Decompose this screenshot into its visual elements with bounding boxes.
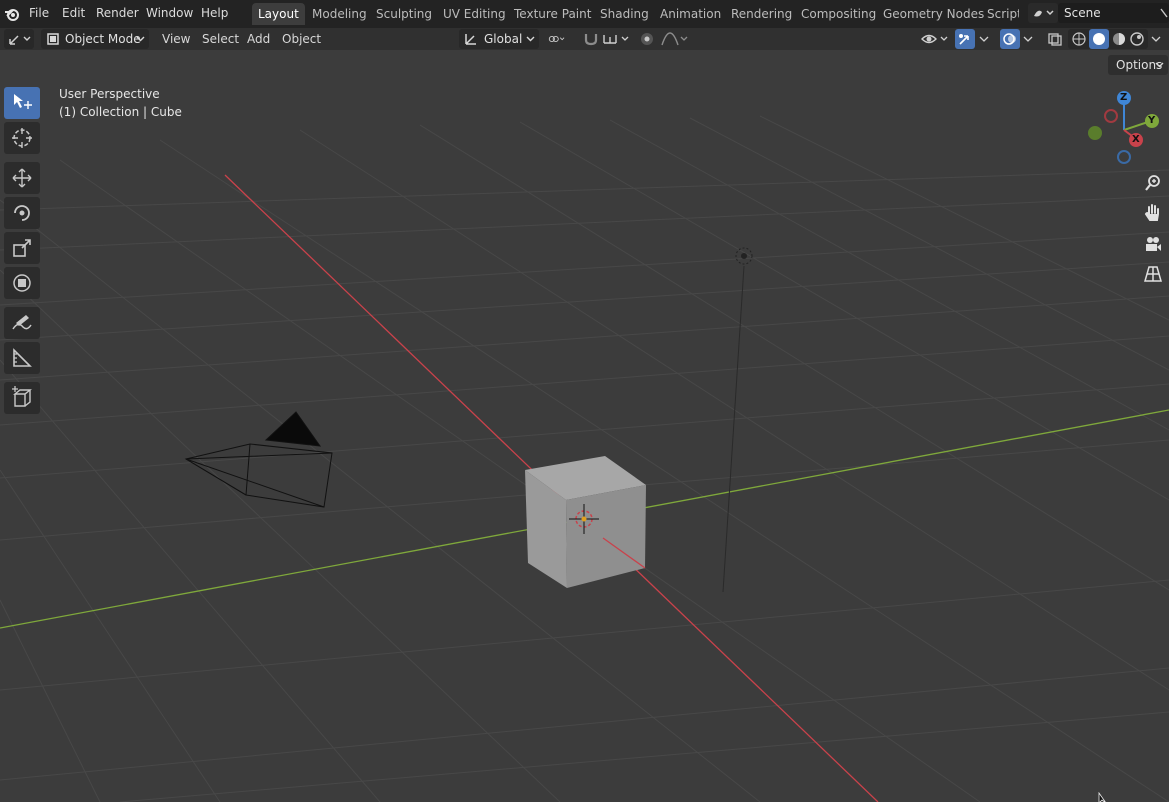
pencil-icon — [12, 315, 32, 330]
tab-sculpting[interactable]: Sculpting — [370, 3, 438, 25]
tab-uv-editing[interactable]: UV Editing — [437, 3, 512, 25]
blender-logo-icon[interactable] — [4, 6, 20, 22]
gizmo-x-label: X — [1132, 134, 1140, 145]
scene-name: Scene — [1064, 6, 1101, 20]
scale-tool[interactable] — [4, 232, 40, 264]
rotate-icon — [14, 205, 30, 221]
scene-icon — [1034, 10, 1054, 17]
falloff-curve-icon[interactable] — [660, 31, 690, 47]
menu-edit[interactable]: Edit — [62, 6, 85, 20]
chevron-down-icon[interactable] — [1022, 31, 1034, 47]
solid-shading-icon — [1093, 33, 1105, 45]
cursor-tool[interactable] — [4, 122, 40, 154]
menu-select[interactable]: Select — [202, 30, 239, 48]
tab-geometry-nodes[interactable]: Geometry Nodes — [877, 3, 990, 25]
gizmo-icon — [959, 34, 969, 45]
orientation-global-icon — [465, 34, 476, 45]
scene-selector[interactable] — [1028, 3, 1058, 23]
proportional-editing-icon[interactable] — [638, 31, 656, 47]
editor-type-dropdown[interactable] — [4, 29, 34, 49]
tab-texture-paint[interactable]: Texture Paint — [508, 3, 597, 25]
tab-modeling[interactable]: Modeling — [306, 3, 373, 25]
3d-viewport-icon — [9, 35, 31, 45]
snap-magnet-icon[interactable] — [582, 31, 600, 47]
menu-view[interactable]: View — [162, 30, 190, 48]
transform-orientation-dropdown[interactable]: Global — [459, 29, 539, 49]
chevron-down-icon — [1155, 62, 1164, 68]
gizmo-toggle-button[interactable] — [955, 29, 975, 49]
scene-name-field[interactable]: Scene — [1058, 3, 1169, 23]
grid-perspective-icon — [1144, 266, 1162, 282]
tab-shading[interactable]: Shading — [594, 3, 655, 25]
cube-object — [525, 456, 646, 588]
move-arrows-icon — [12, 168, 32, 188]
menu-object[interactable]: Object — [282, 30, 321, 48]
camera-icon — [1146, 237, 1161, 251]
solid-shading-button[interactable] — [1089, 29, 1109, 49]
xray-toggle-icon[interactable] — [1046, 31, 1064, 47]
scale-icon — [13, 239, 31, 257]
object-mode-icon — [47, 33, 59, 45]
mouse-pointer-icon — [1098, 792, 1106, 802]
add-cube-icon — [12, 386, 32, 407]
shading-mode-group — [1068, 29, 1148, 49]
chevron-down-icon[interactable] — [978, 31, 990, 47]
material-shading-icon[interactable] — [1111, 31, 1127, 47]
visibility-eye-icon[interactable] — [920, 31, 950, 47]
mode-dropdown[interactable]: Object Mode — [41, 29, 149, 49]
menu-render[interactable]: Render — [96, 6, 139, 20]
measure-tool[interactable] — [4, 342, 40, 374]
select-box-tool[interactable] — [4, 87, 40, 119]
pivot-point-icon[interactable] — [548, 31, 566, 47]
chevron-down-icon[interactable] — [1150, 31, 1162, 47]
mode-label: Object Mode — [65, 32, 141, 46]
tab-animation[interactable]: Animation — [654, 3, 727, 25]
zoom-magnifier-icon — [1145, 175, 1160, 191]
menu-window[interactable]: Window — [146, 6, 193, 20]
add-cube-tool[interactable] — [4, 382, 40, 414]
tab-scripting[interactable]: Scripti — [981, 3, 1019, 25]
tab-compositing[interactable]: Compositing — [795, 3, 882, 25]
options-dropdown[interactable]: Options — [1108, 55, 1168, 75]
gizmo-y-label: Y — [1148, 115, 1156, 126]
menu-add[interactable]: Add — [247, 30, 270, 48]
camera-object — [184, 411, 333, 508]
hand-icon — [1144, 204, 1159, 221]
snap-target-icon[interactable] — [602, 31, 632, 47]
select-cursor-icon — [14, 94, 32, 109]
viewport-header: Object Mode View Select Add Object Globa… — [0, 28, 1169, 50]
rendered-shading-icon[interactable] — [1129, 31, 1145, 47]
scene-browse-icon[interactable] — [1159, 7, 1169, 19]
orientation-label: Global — [484, 32, 523, 46]
zoom-button[interactable] — [1140, 170, 1166, 196]
3d-cursor-icon — [12, 128, 32, 148]
move-tool[interactable] — [4, 162, 40, 194]
ruler-icon — [13, 348, 32, 367]
top-menu-bar: File Edit Render Window Help Layout Mode… — [0, 0, 1169, 28]
view-perspective-label: User Perspective — [59, 87, 160, 101]
overlays-icon — [1003, 33, 1016, 45]
chevron-down-icon — [136, 36, 145, 42]
menu-file[interactable]: File — [29, 6, 49, 20]
3d-viewport[interactable]: User Perspective (1) Collection | Cube O… — [0, 50, 1169, 802]
floor-grid — [0, 115, 1169, 802]
pan-button[interactable] — [1140, 200, 1166, 226]
annotate-tool[interactable] — [4, 307, 40, 339]
transform-tool[interactable] — [4, 267, 40, 299]
rotate-tool[interactable] — [4, 197, 40, 229]
perspective-toggle-button[interactable] — [1140, 261, 1166, 287]
overlays-toggle-button[interactable] — [1000, 29, 1020, 49]
tab-layout[interactable]: Layout — [252, 3, 305, 25]
camera-view-button[interactable] — [1140, 231, 1166, 257]
chevron-down-icon — [526, 36, 535, 42]
active-object-label: (1) Collection | Cube — [59, 105, 182, 119]
tab-rendering[interactable]: Rendering — [725, 3, 798, 25]
transform-icon — [13, 274, 31, 292]
viewport-scene[interactable] — [0, 50, 1169, 802]
gizmo-z-label: Z — [1120, 92, 1128, 103]
wireframe-shading-icon[interactable] — [1071, 31, 1087, 47]
menu-help[interactable]: Help — [201, 6, 228, 20]
